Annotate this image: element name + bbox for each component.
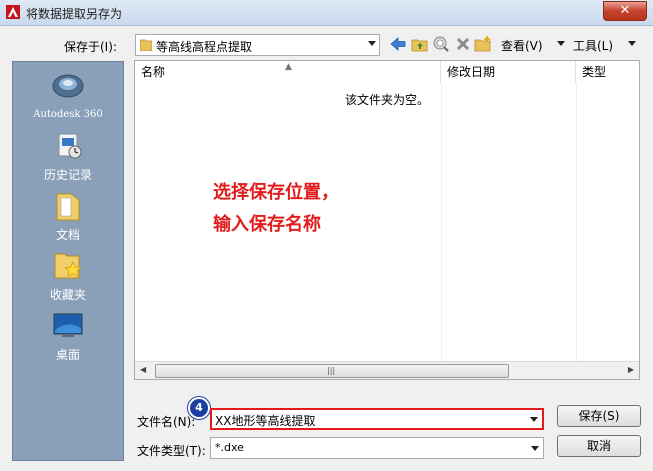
column-header-modified[interactable]: 修改日期 [441, 61, 576, 83]
window-title: 将数据提取另存为 [26, 7, 123, 21]
view-menu[interactable]: 查看(V) [501, 37, 543, 54]
column-header-name[interactable]: 名称 ▲ [135, 61, 441, 83]
chevron-down-icon[interactable] [531, 446, 539, 451]
new-folder-icon[interactable] [474, 35, 492, 53]
column-header-type[interactable]: 类型 [576, 61, 639, 83]
search-web-icon[interactable] [432, 35, 450, 53]
title-bar: 将数据提取另存为 ✕ [0, 0, 653, 26]
scroll-left-icon[interactable]: ◀ [140, 365, 146, 374]
save-in-label: 保存于(I): [64, 40, 117, 54]
place-history[interactable]: 历史记录 [13, 130, 123, 183]
chevron-down-icon[interactable] [557, 41, 565, 46]
place-favorites[interactable]: 收藏夹 [13, 248, 123, 303]
save-location-dropdown[interactable]: 等高线高程点提取 [135, 34, 380, 56]
chevron-down-icon[interactable] [628, 41, 636, 46]
back-icon[interactable] [389, 35, 407, 53]
scrollbar-thumb[interactable]: ||| [155, 364, 509, 378]
save-location-value: 等高线高程点提取 [156, 40, 253, 54]
annotation-line-2: 输入保存名称 [213, 214, 321, 235]
place-desktop[interactable]: 桌面 [13, 310, 123, 363]
place-label: 文档 [55, 228, 80, 242]
documents-folder-icon [56, 193, 80, 221]
sort-ascending-icon: ▲ [285, 62, 292, 72]
filetype-dropdown[interactable]: *.dxe [210, 437, 544, 459]
column-divider [441, 83, 442, 361]
filetype-value: *.dxe [215, 441, 244, 454]
places-bar: Autodesk 360 历史记录 文档 收藏夹 桌面 [12, 61, 124, 461]
horizontal-scrollbar[interactable]: ◀ ||| ▶ [135, 361, 639, 379]
autodesk-360-icon [52, 74, 84, 98]
autocad-app-icon [6, 5, 20, 19]
up-folder-icon[interactable] [411, 35, 429, 53]
file-list[interactable]: 名称 ▲ 修改日期 类型 该文件夹为空。 ◀ ||| ▶ [134, 60, 640, 380]
delete-icon[interactable] [454, 35, 472, 53]
history-icon [58, 133, 82, 159]
folder-icon [140, 39, 152, 51]
save-button[interactable]: 保存(S) [557, 405, 641, 427]
column-divider [576, 83, 577, 361]
filename-value: XX地形等高线提取 [215, 414, 316, 428]
close-button[interactable]: ✕ [603, 1, 647, 21]
filetype-label: 文件类型(T): [137, 444, 206, 458]
grip-icon: ||| [327, 366, 336, 375]
cancel-button[interactable]: 取消 [557, 435, 641, 457]
favorites-folder-icon [54, 253, 82, 279]
place-label: Autodesk 360 [33, 109, 103, 120]
chevron-down-icon[interactable] [368, 41, 376, 46]
chevron-down-icon[interactable] [530, 417, 538, 422]
place-documents[interactable]: 文档 [13, 190, 123, 243]
empty-folder-message: 该文件夹为空。 [345, 93, 430, 107]
tools-menu[interactable]: 工具(L) [573, 37, 613, 54]
place-label: 收藏夹 [49, 288, 86, 302]
annotation-line-1: 选择保存位置， [213, 182, 339, 203]
filename-label: 文件名(N): [137, 415, 196, 429]
close-icon[interactable]: ✕ [620, 3, 631, 18]
scroll-right-icon[interactable]: ▶ [628, 365, 634, 374]
place-label: 桌面 [55, 348, 80, 362]
place-label: 历史记录 [43, 168, 92, 182]
filename-input[interactable]: XX地形等高线提取 [210, 408, 544, 430]
place-autodesk-360[interactable]: Autodesk 360 [13, 70, 123, 120]
desktop-icon [53, 313, 83, 337]
